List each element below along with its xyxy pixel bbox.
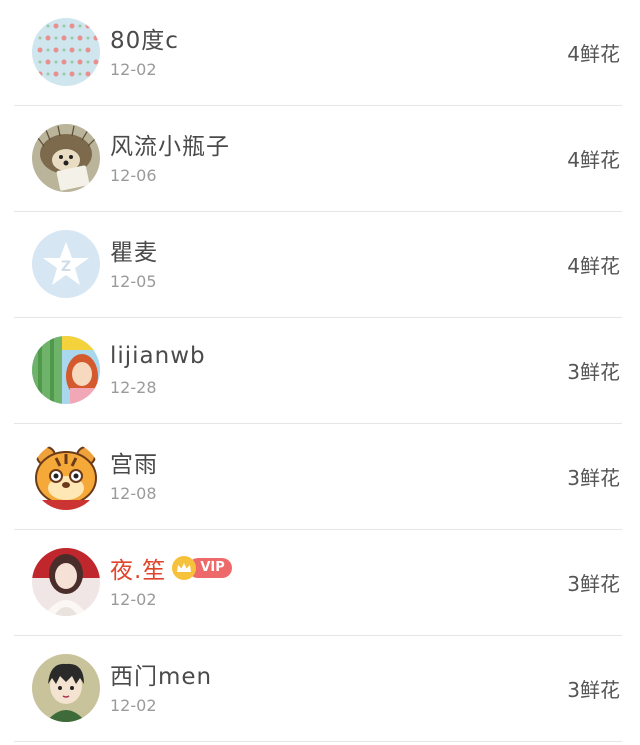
date: 12-08 [110, 484, 157, 503]
list-item[interactable]: 西门men 12-02 3鲜花 [14, 636, 622, 742]
cartoon-girl-avatar-icon [32, 336, 100, 404]
pattern-avatar-icon [32, 18, 100, 86]
flower-count: 3鲜花 [567, 466, 620, 490]
user-name[interactable]: 夜.笙 [110, 551, 166, 585]
name-line: 夜.笙 VIP [110, 552, 232, 584]
flower-count: 4鲜花 [567, 42, 620, 66]
list-item[interactable]: 80度c 12-02 4鲜花 [14, 0, 622, 106]
avatar[interactable] [32, 18, 100, 86]
avatar[interactable] [32, 654, 100, 722]
name-line: 80度c [110, 22, 179, 54]
list-item[interactable]: Z 瞿麦 12-05 4鲜花 [14, 212, 622, 318]
avatar[interactable] [32, 336, 100, 404]
name-line: 西门men [110, 658, 212, 690]
list-item[interactable]: 夜.笙 VIP 12-02 3鲜花 [14, 530, 622, 636]
flower-count: 3鲜花 [567, 360, 620, 384]
name-line: 宫雨 [110, 446, 158, 478]
date: 12-02 [110, 60, 157, 79]
avatar[interactable] [32, 442, 100, 510]
gift-list: 80度c 12-02 4鲜花 风流小瓶子 12-06 4鲜花 Z 瞿麦 12-0… [0, 0, 640, 742]
tiger-avatar-icon [32, 442, 100, 510]
list-item[interactable]: lijianwb 12-28 3鲜花 [14, 318, 622, 424]
name-line: 瞿麦 [110, 234, 158, 266]
avatar[interactable]: Z [32, 230, 100, 298]
list-item[interactable]: 宫雨 12-08 3鲜花 [14, 424, 622, 530]
girl-photo-avatar-icon [32, 548, 100, 616]
star-avatar-icon: Z [32, 230, 100, 298]
flower-count: 3鲜花 [567, 678, 620, 702]
date: 12-05 [110, 272, 157, 291]
flower-count: 4鲜花 [567, 148, 620, 172]
user-name[interactable]: lijianwb [110, 343, 206, 369]
vip-badge[interactable]: VIP [172, 556, 232, 580]
date: 12-02 [110, 590, 157, 609]
flower-count: 4鲜花 [567, 254, 620, 278]
name-line: 风流小瓶子 [110, 128, 230, 160]
list-item[interactable]: 风流小瓶子 12-06 4鲜花 [14, 106, 622, 212]
avatar[interactable] [32, 124, 100, 192]
flower-count: 3鲜花 [567, 572, 620, 596]
date: 12-02 [110, 696, 157, 715]
date: 12-28 [110, 378, 157, 397]
date: 12-06 [110, 166, 157, 185]
hedgehog-avatar-icon [32, 124, 100, 192]
user-name[interactable]: 宫雨 [110, 445, 158, 479]
user-name[interactable]: 风流小瓶子 [110, 127, 230, 161]
name-line: lijianwb [110, 340, 206, 372]
avatar[interactable] [32, 548, 100, 616]
anime-boy-avatar-icon [32, 654, 100, 722]
user-name[interactable]: 80度c [110, 21, 179, 55]
user-name[interactable]: 西门men [110, 657, 212, 691]
user-name[interactable]: 瞿麦 [110, 233, 158, 267]
svg-text:Z: Z [61, 259, 71, 275]
